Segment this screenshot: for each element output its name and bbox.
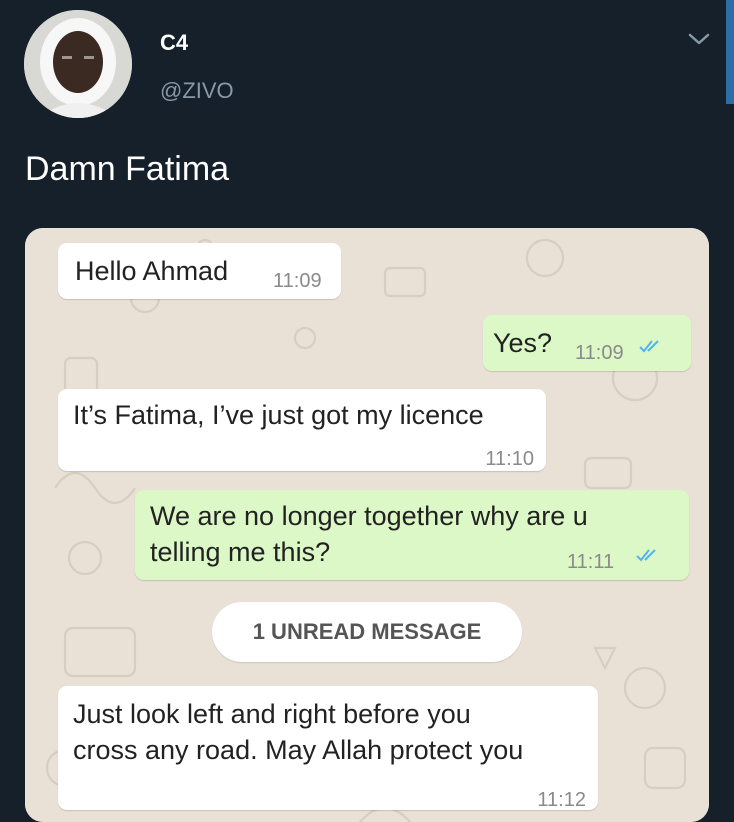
message-time: 11:11 — [567, 551, 615, 573]
chat-screenshot-image[interactable]: Hello Ahmad 11:09 Yes? 11:09 It’s Fatima… — [25, 228, 709, 822]
chat-message-outgoing[interactable]: Yes? 11:09 — [483, 315, 691, 371]
chat-message-outgoing[interactable]: We are no longer together why are u tell… — [135, 490, 689, 580]
message-text-line: cross any road. May Allah protect you — [73, 735, 524, 765]
message-time: 11:10 — [485, 448, 534, 470]
scrollbar[interactable] — [726, 0, 734, 104]
chat-message-incoming[interactable]: Hello Ahmad 11:09 — [58, 243, 341, 299]
chat-message-incoming[interactable]: Just look left and right before you cros… — [58, 686, 598, 811]
message-text: It’s Fatima, I’ve just got my licence — [73, 400, 484, 430]
chat-message-incoming[interactable]: It’s Fatima, I’ve just got my licence 11… — [58, 389, 546, 471]
message-time: 11:09 — [273, 270, 322, 292]
user-handle[interactable]: @ZIVO — [160, 78, 234, 104]
message-text: Hello Ahmad — [75, 256, 229, 286]
message-text-line: We are no longer together why are u — [150, 501, 588, 531]
unread-label: 1 UNREAD MESSAGE — [252, 619, 482, 644]
double-check-icon — [636, 549, 656, 562]
avatar[interactable] — [24, 10, 132, 118]
message-text-line: telling me this? — [150, 537, 331, 567]
display-name[interactable]: C4 — [160, 30, 188, 56]
double-check-icon — [639, 340, 659, 353]
unread-messages-divider: 1 UNREAD MESSAGE — [212, 602, 522, 662]
message-time: 11:12 — [537, 789, 586, 811]
chevron-down-icon[interactable] — [684, 28, 714, 50]
message-text: Yes? — [493, 328, 553, 358]
message-text-line: Just look left and right before you — [73, 699, 471, 729]
tweet-text: Damn Fatima — [25, 150, 230, 188]
message-time: 11:09 — [575, 342, 624, 364]
